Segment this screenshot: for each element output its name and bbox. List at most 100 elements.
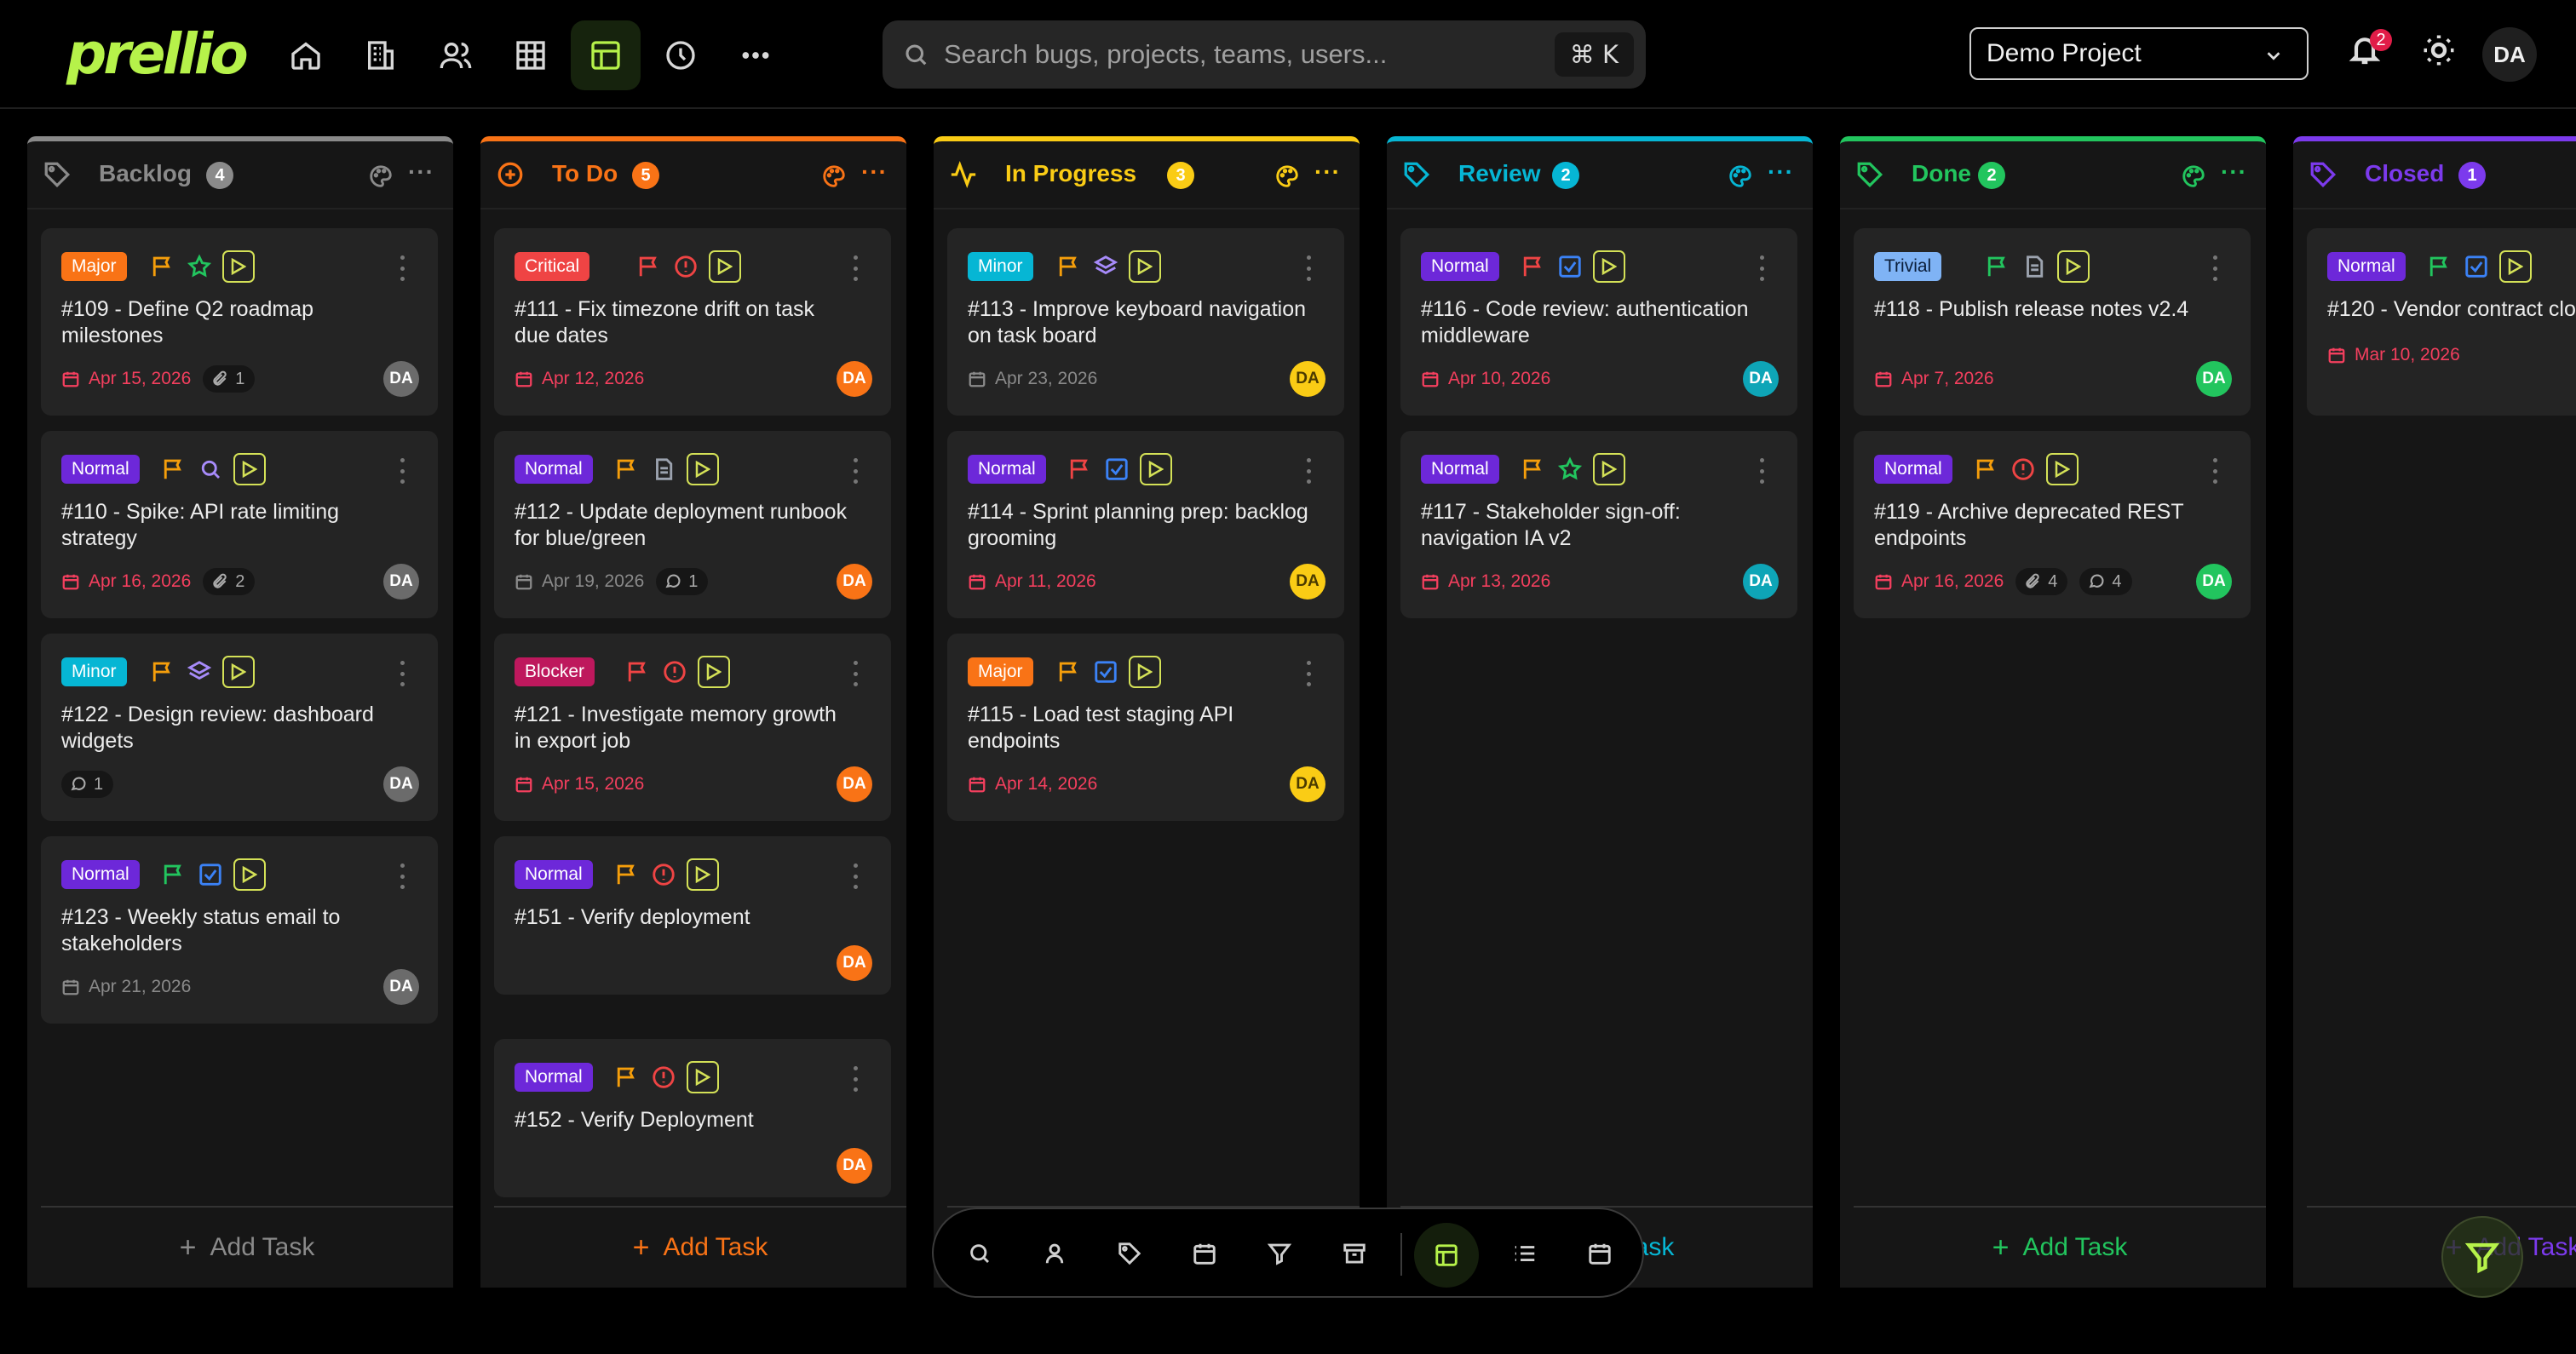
card-more-button[interactable]: [1760, 255, 1765, 281]
assignee-avatar[interactable]: DA: [1290, 564, 1325, 600]
column-more-button[interactable]: ···: [1768, 160, 1794, 184]
card-more-button[interactable]: [854, 661, 859, 686]
start-timer-button[interactable]: [687, 1061, 719, 1093]
column-more-button[interactable]: ···: [1314, 160, 1341, 184]
start-timer-button[interactable]: [2057, 250, 2090, 283]
assignee-avatar[interactable]: DA: [1290, 361, 1325, 397]
column-color-button[interactable]: [2181, 164, 2206, 189]
toolbar-search-button[interactable]: [956, 1230, 1003, 1277]
column-color-button[interactable]: [1728, 164, 1753, 189]
assignee-avatar[interactable]: DA: [383, 969, 419, 1005]
task-card[interactable]: Normal #110 - Spike: API rate limiting st…: [41, 431, 438, 618]
column-color-button[interactable]: [821, 164, 847, 189]
task-card[interactable]: Normal #120 - Vendor contract closed Mar 1…: [2307, 228, 2576, 416]
task-card[interactable]: Normal #123 - Weekly status email to stak…: [41, 836, 438, 1024]
assignee-avatar[interactable]: DA: [837, 1148, 872, 1184]
assignee-avatar[interactable]: DA: [837, 766, 872, 802]
start-timer-button[interactable]: [698, 656, 730, 688]
theme-toggle[interactable]: [2421, 32, 2462, 73]
assignee-avatar[interactable]: DA: [383, 766, 419, 802]
toolbar-filter-button[interactable]: [1256, 1230, 1303, 1277]
toolbar-tag-button[interactable]: [1106, 1230, 1153, 1277]
toolbar-assignee-button[interactable]: [1031, 1230, 1078, 1277]
nav-grid[interactable]: [496, 20, 566, 90]
user-avatar[interactable]: DA: [2482, 27, 2537, 82]
start-timer-button[interactable]: [1593, 250, 1625, 283]
toolbar-board-view-button[interactable]: [1414, 1223, 1479, 1288]
add-task-button[interactable]: +Add Task: [494, 1206, 906, 1288]
task-card[interactable]: Normal #151 - Verify deployment DA: [494, 836, 891, 995]
nav-home[interactable]: [271, 20, 341, 90]
start-timer-button[interactable]: [687, 453, 719, 485]
task-card[interactable]: Critical #111 - Fix timezone drift on tas…: [494, 228, 891, 416]
toolbar-archive-button[interactable]: [1331, 1230, 1378, 1277]
card-more-button[interactable]: [854, 458, 859, 484]
assignee-avatar[interactable]: DA: [1743, 361, 1779, 397]
filter-fab[interactable]: [2441, 1216, 2523, 1298]
card-more-button[interactable]: [400, 863, 405, 889]
card-more-button[interactable]: [1307, 255, 1312, 281]
card-more-button[interactable]: [1760, 458, 1765, 484]
start-timer-button[interactable]: [709, 250, 741, 283]
card-more-button[interactable]: [854, 863, 859, 889]
task-card[interactable]: Normal #116 - Code review: authentication…: [1400, 228, 1797, 416]
add-task-button[interactable]: +Add Task: [1854, 1206, 2266, 1288]
column-color-button[interactable]: [368, 164, 394, 189]
nav-organizations[interactable]: [346, 20, 416, 90]
project-select[interactable]: Demo Project: [1969, 27, 2309, 80]
notifications-button[interactable]: 2: [2348, 29, 2392, 73]
task-card[interactable]: Blocker #121 - Investigate memory growth …: [494, 634, 891, 821]
task-card[interactable]: Trivial #118 - Publish release notes v2.4…: [1854, 228, 2251, 416]
task-card[interactable]: Normal #117 - Stakeholder sign-off: navig…: [1400, 431, 1797, 618]
column-more-button[interactable]: ···: [2221, 160, 2247, 184]
start-timer-button[interactable]: [222, 250, 255, 283]
start-timer-button[interactable]: [687, 858, 719, 891]
assignee-avatar[interactable]: DA: [383, 564, 419, 600]
add-task-button[interactable]: +Add Task: [2307, 1206, 2576, 1288]
assignee-avatar[interactable]: DA: [837, 564, 872, 600]
start-timer-button[interactable]: [2046, 453, 2079, 485]
assignee-avatar[interactable]: DA: [837, 361, 872, 397]
card-more-button[interactable]: [854, 1066, 859, 1092]
card-more-button[interactable]: [854, 255, 859, 281]
search-input[interactable]: [944, 39, 1646, 70]
app-logo[interactable]: prellio: [66, 21, 249, 87]
nav-board[interactable]: [571, 20, 641, 90]
assignee-avatar[interactable]: DA: [1290, 766, 1325, 802]
assignee-avatar[interactable]: DA: [383, 361, 419, 397]
start-timer-button[interactable]: [1129, 656, 1161, 688]
assignee-avatar[interactable]: DA: [837, 945, 872, 981]
task-card[interactable]: Normal #152 - Verify Deployment DA: [494, 1039, 891, 1197]
global-search[interactable]: ⌘ K: [883, 20, 1646, 89]
nav-history[interactable]: [646, 20, 716, 90]
task-card[interactable]: Major #115 - Load test staging API endpoi…: [947, 634, 1344, 821]
start-timer-button[interactable]: [1140, 453, 1172, 485]
start-timer-button[interactable]: [2499, 250, 2532, 283]
toolbar-calendar-view-button[interactable]: [1576, 1230, 1624, 1277]
card-more-button[interactable]: [1307, 458, 1312, 484]
task-card[interactable]: Minor #122 - Design review: dashboard wid…: [41, 634, 438, 821]
column-more-button[interactable]: ···: [861, 160, 888, 184]
card-more-button[interactable]: [400, 661, 405, 686]
assignee-avatar[interactable]: DA: [1743, 564, 1779, 600]
nav-more[interactable]: [721, 20, 791, 90]
card-more-button[interactable]: [1307, 661, 1312, 686]
toolbar-date-button[interactable]: [1181, 1230, 1228, 1277]
start-timer-button[interactable]: [1129, 250, 1161, 283]
column-color-button[interactable]: [1274, 164, 1300, 189]
task-card[interactable]: Normal #112 - Update deployment runbook f…: [494, 431, 891, 618]
column-more-button[interactable]: ···: [408, 160, 434, 184]
task-card[interactable]: Normal #114 - Sprint planning prep: backl…: [947, 431, 1344, 618]
start-timer-button[interactable]: [233, 453, 266, 485]
card-more-button[interactable]: [2213, 458, 2218, 484]
start-timer-button[interactable]: [233, 858, 266, 891]
task-card[interactable]: Minor #113 - Improve keyboard navigation …: [947, 228, 1344, 416]
task-card[interactable]: Major #109 - Define Q2 roadmap milestones…: [41, 228, 438, 416]
start-timer-button[interactable]: [1593, 453, 1625, 485]
card-more-button[interactable]: [2213, 255, 2218, 281]
task-card[interactable]: Normal #119 - Archive deprecated REST end…: [1854, 431, 2251, 618]
card-more-button[interactable]: [400, 458, 405, 484]
add-task-button[interactable]: +Add Task: [41, 1206, 453, 1288]
card-more-button[interactable]: [400, 255, 405, 281]
start-timer-button[interactable]: [222, 656, 255, 688]
